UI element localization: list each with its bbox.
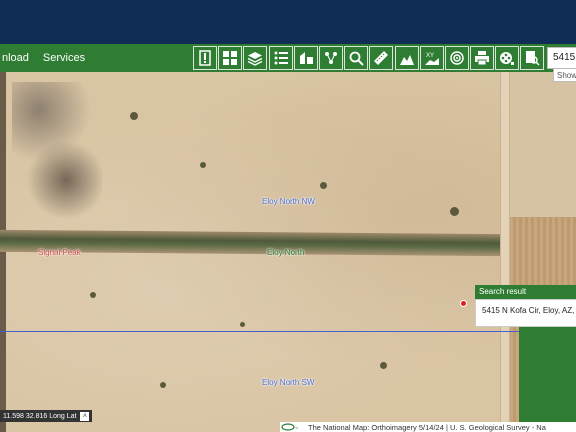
popup-address: 5415 N Kofa Cir, Eloy, AZ, 8 [475,299,576,327]
search-result-marker[interactable] [460,300,467,307]
locate-button[interactable] [444,46,469,70]
network-button[interactable] [318,46,343,70]
map-shrub [160,382,166,388]
profile-icon [399,55,414,65]
menu-item-download[interactable]: nload [0,52,39,64]
show-more-button[interactable]: Show r [553,68,576,82]
right-panel [519,322,576,432]
esri-logo-icon: ~ [281,423,299,431]
map-road-right [500,72,510,432]
draw-button[interactable] [293,46,318,70]
attribution-bar: ~ The National Map: Orthoimagery 5/14/24… [280,422,576,432]
xy-elevation-icon: XY [424,53,439,65]
map-shrub [320,182,327,189]
search-layers-button[interactable] [520,46,545,70]
search-input[interactable]: 5415 [547,47,576,69]
map-label-signal-peak: Signal Peak [38,248,81,257]
measure-ruler-icon [374,51,389,65]
info-button[interactable] [193,46,217,70]
coordinate-text: 11.598 32.816 Long Lat [3,412,77,420]
basemap-gallery-button[interactable] [218,46,243,70]
print-button[interactable] [470,46,495,70]
shapes-icon [299,52,313,64]
layers-button[interactable] [243,46,268,70]
query-button[interactable] [344,46,369,70]
map-shrub [200,162,206,168]
top-banner [0,0,576,44]
map-grid-line [0,331,576,332]
legend-button[interactable] [268,46,293,70]
svg-text:XY: XY [426,53,434,59]
map-shrub [90,292,96,298]
map-label-eloy-north-sw: Eloy North SW [262,378,315,387]
legend-list-icon [274,51,288,65]
main-toolbar: nload Services XY 5415 [0,44,576,72]
map-label-eloy-north-nw: Eloy North NW [262,197,315,206]
menu-item-services[interactable]: Services [39,52,89,64]
media-button[interactable] [495,46,520,70]
profile-button[interactable] [394,46,419,70]
map-shrub [380,362,387,369]
film-reel-icon [500,52,515,65]
magnifier-doc-icon [526,51,540,66]
xy-elevation-button[interactable]: XY [419,46,444,70]
layers-icon [248,52,263,66]
map-shrub [130,112,138,120]
map-view[interactable]: Eloy North NW Eloy North Signal Peak Elo… [0,72,576,432]
attribution-text: The National Map: Orthoimagery 5/14/24 |… [308,422,546,432]
info-icon [199,50,211,66]
tool-button-group: XY [193,46,546,70]
measure-button[interactable] [369,46,394,70]
query-magnifier-icon [349,51,364,66]
map-road-left [0,72,6,432]
print-icon [475,51,490,66]
map-field-top [510,72,576,217]
network-icon [324,52,337,64]
popup-title: Search result [475,285,576,299]
map-label-eloy-north: Eloy North [267,248,305,257]
map-shrub [240,322,245,327]
svg-text:~: ~ [295,426,299,431]
chevron-up-icon[interactable]: ˄ [80,411,90,421]
target-icon [450,51,464,65]
basemap-gallery-icon [223,51,238,65]
coordinate-readout: 11.598 32.816 Long Lat ˄ [0,410,93,422]
map-shrub [450,207,459,216]
map-houses [12,82,102,222]
